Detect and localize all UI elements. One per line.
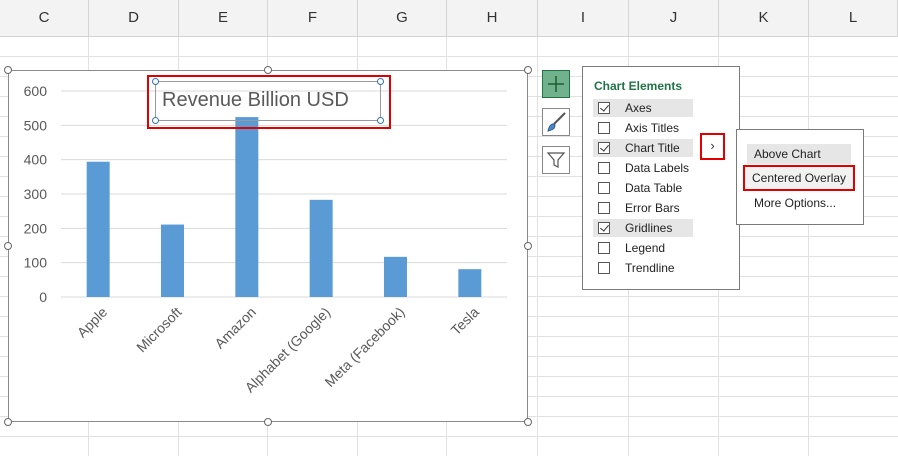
element-row-data-table[interactable]: Data Table (593, 179, 693, 197)
element-row-legend[interactable]: Legend (593, 239, 693, 257)
element-row-axes[interactable]: Axes (593, 99, 693, 117)
chart-resize-handle-br[interactable] (524, 418, 532, 426)
element-label: Data Table (625, 181, 683, 195)
title-handle[interactable] (152, 117, 159, 124)
element-label: Legend (625, 241, 666, 255)
plus-icon (548, 76, 564, 92)
bar[interactable] (309, 199, 333, 297)
paintbrush-icon (547, 112, 566, 132)
column-header-e[interactable]: E (179, 0, 268, 36)
column-header-l[interactable]: L (809, 0, 898, 36)
chart-title-submenu: Above Chart Centered Overlay More Option… (736, 129, 864, 225)
title-handle[interactable] (152, 78, 159, 85)
element-label: Data Labels (625, 161, 690, 175)
x-tick-label: Tesla (448, 304, 483, 339)
element-label: Trendline (625, 261, 675, 275)
element-row-chart-title[interactable]: Chart Title (593, 139, 693, 157)
chart-title: Revenue Billion USD (162, 89, 349, 111)
y-tick-label: 200 (24, 220, 48, 236)
chart-elements-panel: Chart Elements Axes Axis Titles Chart Ti… (582, 66, 740, 290)
title-handle[interactable] (377, 78, 384, 85)
bar[interactable] (161, 224, 184, 297)
chart-filters-button[interactable] (542, 146, 570, 174)
chart-title-box[interactable]: Revenue Billion USD (152, 78, 384, 124)
chart-resize-handle-mr[interactable] (524, 242, 532, 250)
panel-title: Chart Elements (594, 79, 683, 93)
trendline-checkbox[interactable] (598, 262, 610, 274)
submenu-item-more-options[interactable]: More Options... (747, 193, 851, 213)
chart-resize-handle-tr[interactable] (524, 66, 532, 74)
element-label: Axes (625, 101, 652, 115)
chevron-right-icon: › (710, 138, 715, 153)
chart-resize-handle-tl[interactable] (4, 66, 12, 74)
element-label: Gridlines (625, 221, 673, 235)
column-header-h[interactable]: H (447, 0, 538, 36)
gridlines-checkbox[interactable] (598, 222, 610, 234)
column-header-bar: C D E F G H I J K L (0, 0, 898, 37)
element-label: Chart Title (625, 141, 680, 155)
column-header-c[interactable]: C (0, 0, 89, 36)
legend-checkbox[interactable] (598, 242, 610, 254)
element-label: Axis Titles (625, 121, 680, 135)
element-label: Error Bars (625, 201, 680, 215)
x-tick-label: Meta (Facebook) (321, 304, 407, 390)
element-row-data-labels[interactable]: Data Labels (593, 159, 693, 177)
y-tick-label: 100 (24, 255, 48, 271)
bar[interactable] (86, 161, 110, 297)
x-tick-label: Amazon (211, 304, 259, 352)
chart-styles-button[interactable] (542, 108, 570, 136)
y-tick-label: 600 (24, 83, 48, 99)
axes-checkbox[interactable] (598, 102, 610, 114)
data-table-checkbox[interactable] (598, 182, 610, 194)
column-header-f[interactable]: F (268, 0, 358, 36)
bar[interactable] (235, 117, 259, 297)
bar[interactable] (384, 256, 407, 297)
element-row-error-bars[interactable]: Error Bars (593, 199, 693, 217)
y-tick-label: 400 (24, 152, 48, 168)
x-tick-label: Microsoft (133, 304, 185, 356)
column-header-i[interactable]: I (538, 0, 629, 36)
chart-resize-handle-bm[interactable] (264, 418, 272, 426)
title-handle[interactable] (377, 117, 384, 124)
chart-area[interactable]: 0 100 200 300 400 500 600 Apple Microsoft Amazon… (8, 70, 528, 422)
y-tick-label: 500 (24, 117, 48, 133)
chart-title-expand-button[interactable]: › (700, 133, 725, 160)
column-header-k[interactable]: K (719, 0, 809, 36)
column-header-d[interactable]: D (89, 0, 179, 36)
chart-resize-handle-tm[interactable] (264, 66, 272, 74)
element-row-gridlines[interactable]: Gridlines (593, 219, 693, 237)
data-labels-checkbox[interactable] (598, 162, 610, 174)
chart-resize-handle-bl[interactable] (4, 418, 12, 426)
submenu-item-above-chart[interactable]: Above Chart (747, 144, 851, 164)
submenu-item-centered-overlay[interactable]: Centered Overlay (743, 165, 855, 191)
chart-elements-button[interactable] (542, 70, 570, 98)
chart-resize-handle-ml[interactable] (4, 242, 12, 250)
chart-title-checkbox[interactable] (598, 142, 610, 154)
column-header-j[interactable]: J (629, 0, 719, 36)
funnel-icon (546, 152, 566, 168)
element-row-trendline[interactable]: Trendline (593, 259, 693, 277)
x-tick-label: Apple (74, 304, 111, 341)
y-tick-label: 0 (39, 289, 47, 305)
axis-titles-checkbox[interactable] (598, 122, 610, 134)
bar[interactable] (458, 269, 482, 297)
element-row-axis-titles[interactable]: Axis Titles (593, 119, 693, 137)
y-tick-label: 300 (24, 186, 48, 202)
error-bars-checkbox[interactable] (598, 202, 610, 214)
column-header-g[interactable]: G (358, 0, 447, 36)
